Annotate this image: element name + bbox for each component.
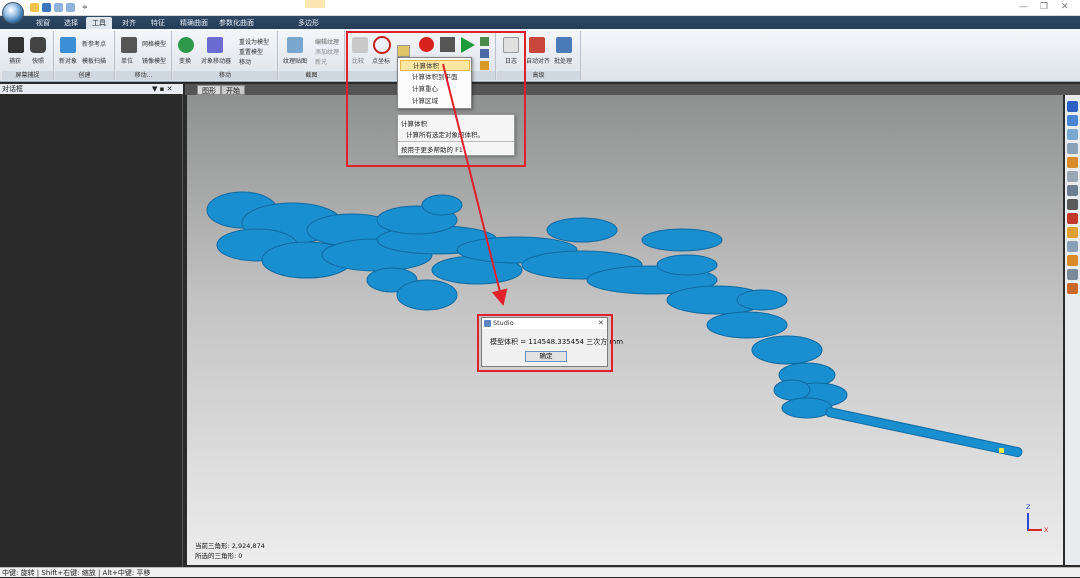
annotation-arrow — [442, 63, 508, 306]
